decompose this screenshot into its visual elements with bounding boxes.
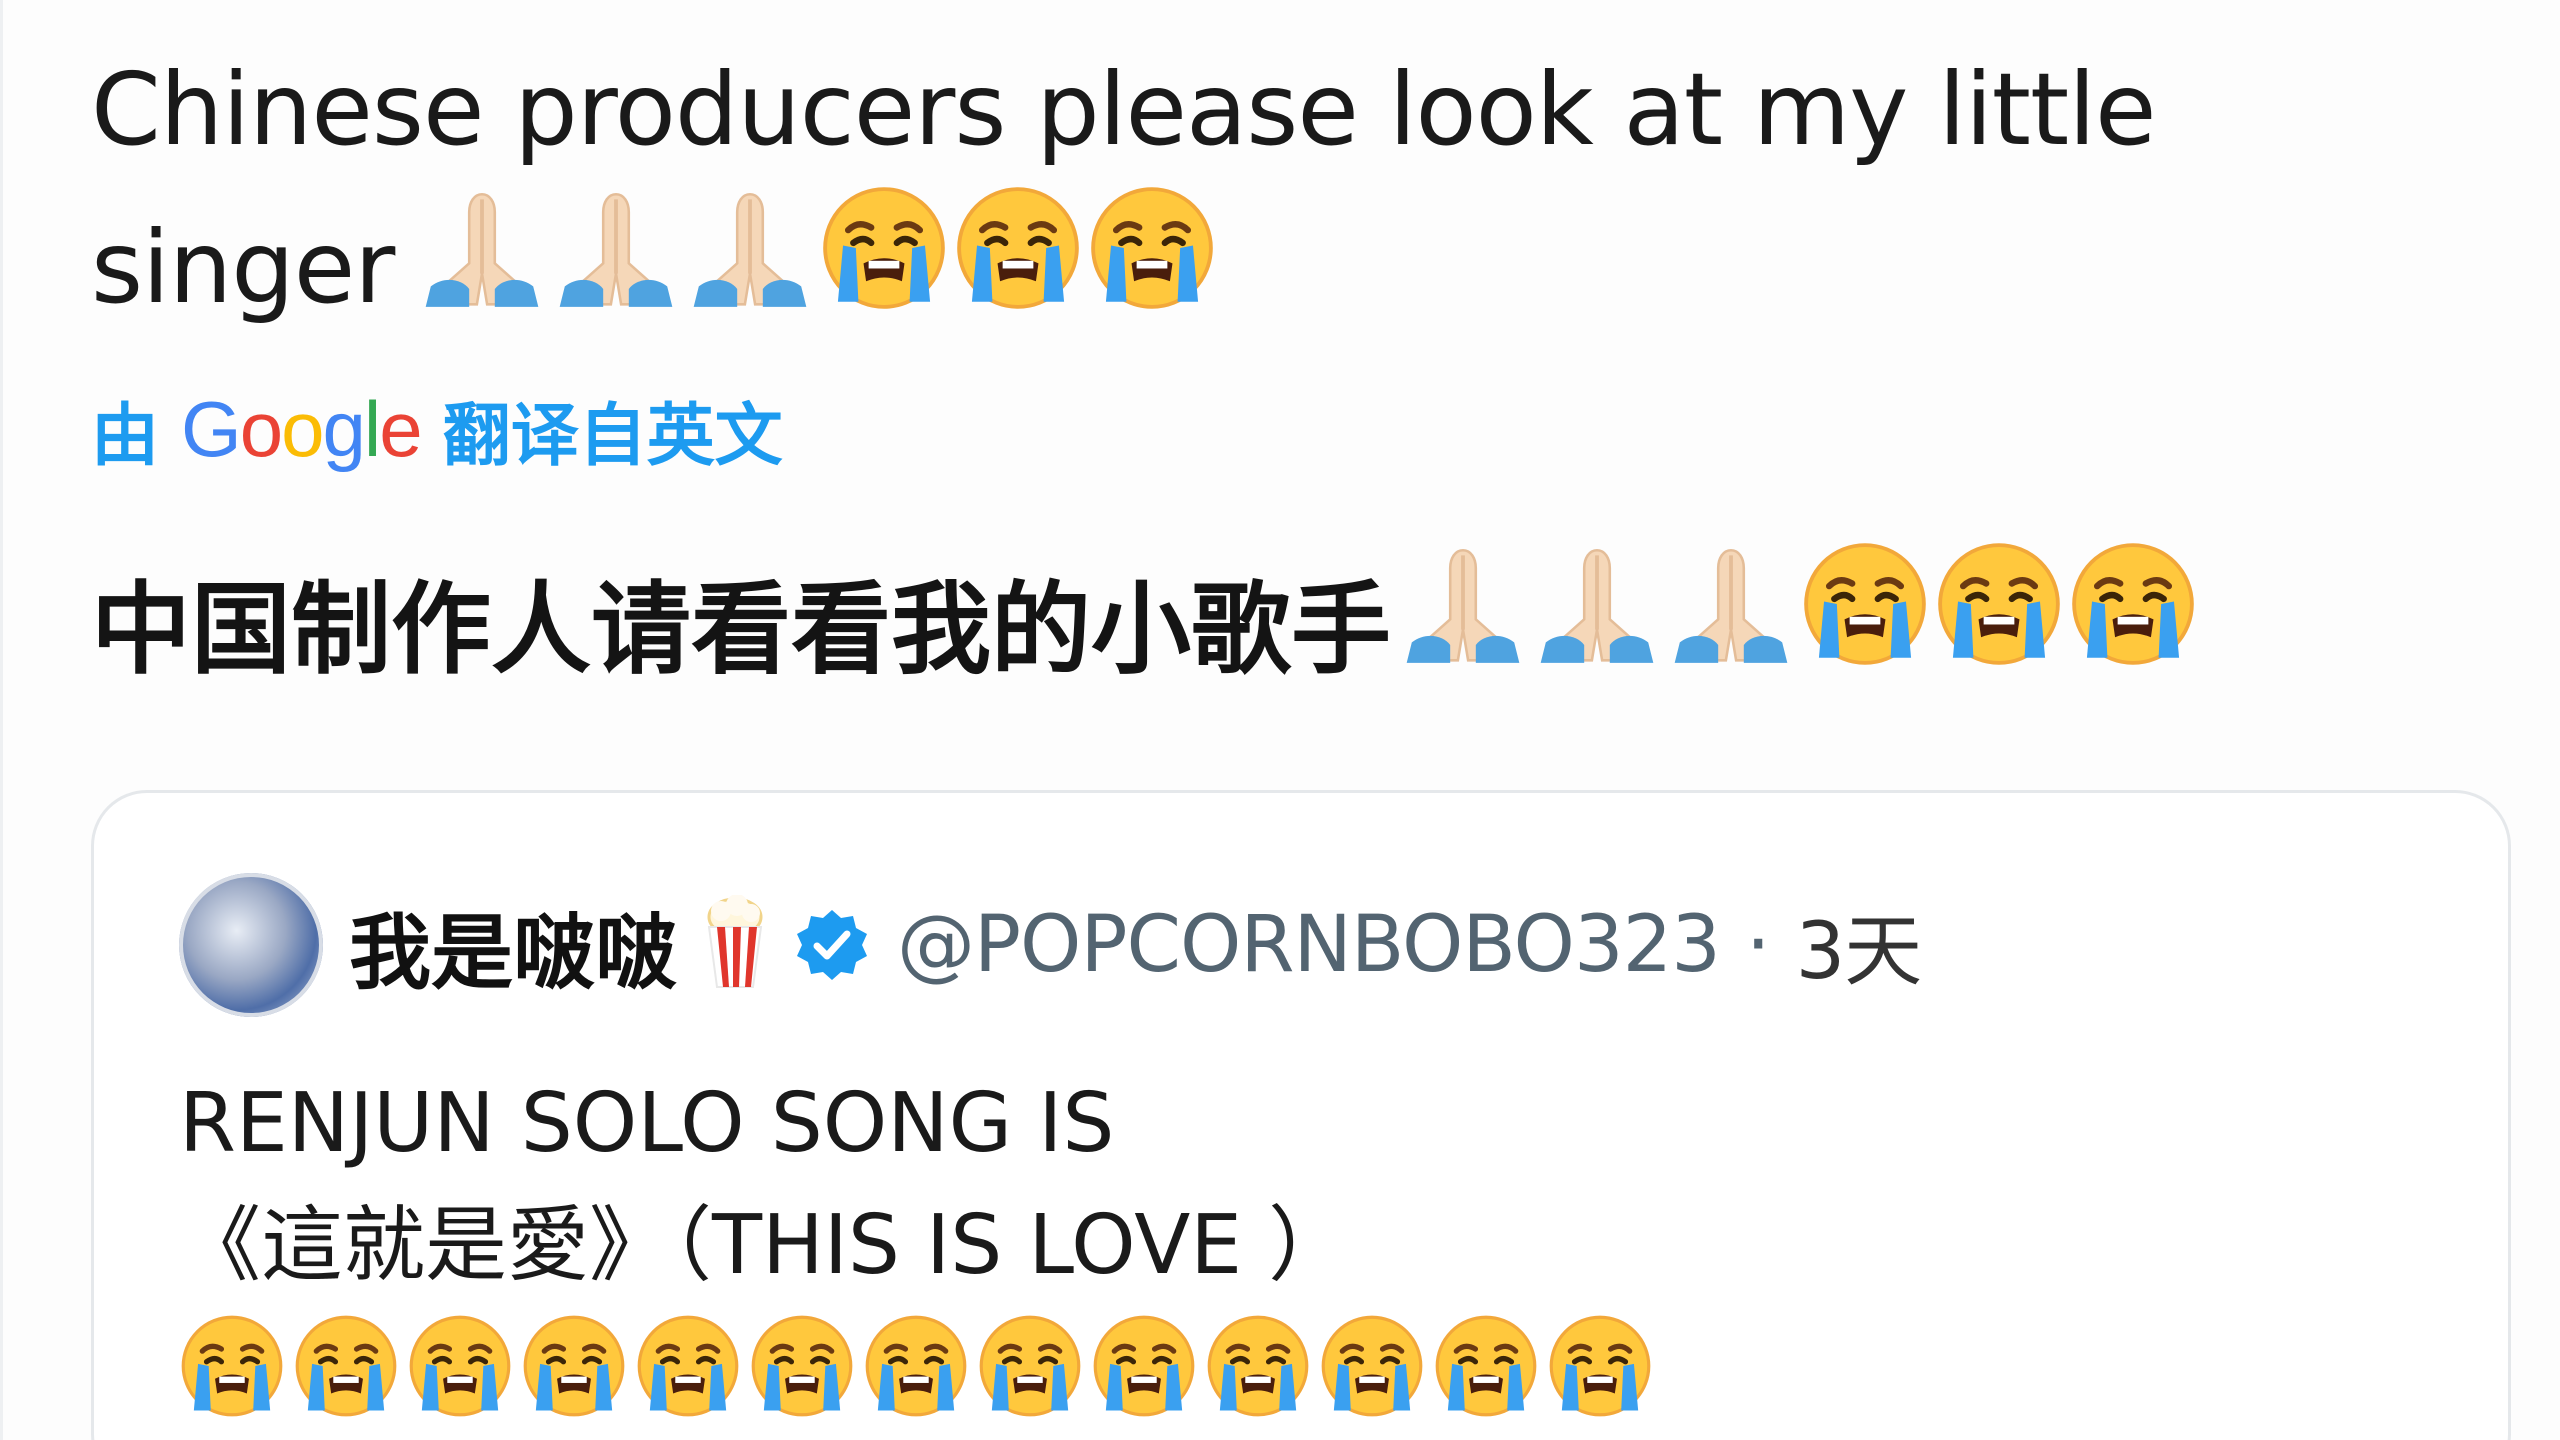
loudly-crying-face-icon bbox=[749, 1313, 855, 1423]
loudly-crying-face-icon bbox=[1547, 1313, 1653, 1423]
verified-badge-icon bbox=[793, 906, 871, 984]
folded-hands-icon bbox=[1399, 540, 1527, 719]
tweet-emoji-row bbox=[418, 184, 1216, 352]
loudly-crying-face-icon bbox=[1091, 1313, 1197, 1423]
folded-hands-icon bbox=[686, 184, 814, 352]
loudly-crying-face-icon bbox=[1319, 1313, 1425, 1423]
tweet-page: Chinese producers please look at my litt… bbox=[0, 0, 2560, 1440]
folded-hands-icon bbox=[418, 184, 546, 352]
quoted-tweet-body: RENJUN SOLO SONG IS 《這就是愛》（THIS IS LOVE … bbox=[179, 1063, 1350, 1307]
folded-hands-icon bbox=[1667, 540, 1795, 719]
loudly-crying-face-icon bbox=[179, 1313, 285, 1423]
display-name[interactable]: 我是啵啵 bbox=[349, 886, 677, 1005]
popcorn-icon bbox=[703, 894, 767, 995]
google-logo: Google bbox=[181, 385, 423, 473]
translation-attribution[interactable]: 由 Google 翻译自英文 bbox=[91, 380, 783, 479]
separator: · bbox=[1745, 900, 1771, 990]
translated-emoji-row bbox=[1399, 540, 2197, 719]
timestamp[interactable]: 3天 bbox=[1796, 889, 1923, 1001]
folded-hands-icon bbox=[552, 184, 680, 352]
loudly-crying-face-icon bbox=[1935, 540, 2063, 719]
loudly-crying-face-icon bbox=[1433, 1313, 1539, 1423]
translation-prefix: 由 bbox=[91, 397, 160, 476]
avatar[interactable] bbox=[179, 873, 323, 1017]
handle[interactable]: @POPCORNBOBO323 bbox=[897, 900, 1721, 990]
translated-text: 中国制作人请看看我的小歌手 bbox=[91, 540, 2197, 719]
translated-text-content: 中国制作人请看看我的小歌手 bbox=[91, 570, 1391, 688]
tweet-text-line2: singer bbox=[91, 209, 395, 326]
translation-suffix: 翻译自英文 bbox=[442, 397, 783, 476]
loudly-crying-face-icon bbox=[2069, 540, 2197, 719]
loudly-crying-face-icon bbox=[954, 184, 1082, 352]
quoted-body-line2: 《這就是愛》（THIS IS LOVE ） bbox=[179, 1198, 1351, 1293]
loudly-crying-face-icon bbox=[977, 1313, 1083, 1423]
loudly-crying-face-icon bbox=[1801, 540, 1929, 719]
loudly-crying-face-icon bbox=[407, 1313, 513, 1423]
quoted-tweet-card[interactable]: 我是啵啵 @POPCORNBOBO323 · 3天 RENJUN SOLO SO… bbox=[91, 790, 2511, 1440]
loudly-crying-face-icon bbox=[820, 184, 948, 352]
loudly-crying-face-icon bbox=[863, 1313, 969, 1423]
folded-hands-icon bbox=[1533, 540, 1661, 719]
tweet-text: Chinese producers please look at my litt… bbox=[91, 36, 2391, 352]
loudly-crying-face-icon bbox=[1205, 1313, 1311, 1423]
loudly-crying-face-icon bbox=[293, 1313, 399, 1423]
quoted-tweet-header: 我是啵啵 @POPCORNBOBO323 · 3天 bbox=[179, 873, 1923, 1017]
quoted-emoji-row bbox=[179, 1313, 1653, 1423]
quoted-body-line1: RENJUN SOLO SONG IS bbox=[179, 1076, 1115, 1171]
loudly-crying-face-icon bbox=[635, 1313, 741, 1423]
loudly-crying-face-icon bbox=[1088, 184, 1216, 352]
tweet-text-line1: Chinese producers please look at my litt… bbox=[91, 51, 2157, 168]
loudly-crying-face-icon bbox=[521, 1313, 627, 1423]
